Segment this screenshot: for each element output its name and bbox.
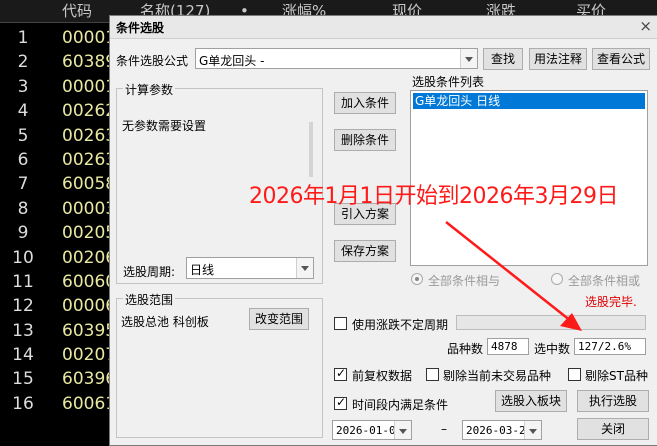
annotation-arrow-icon — [445, 221, 582, 331]
